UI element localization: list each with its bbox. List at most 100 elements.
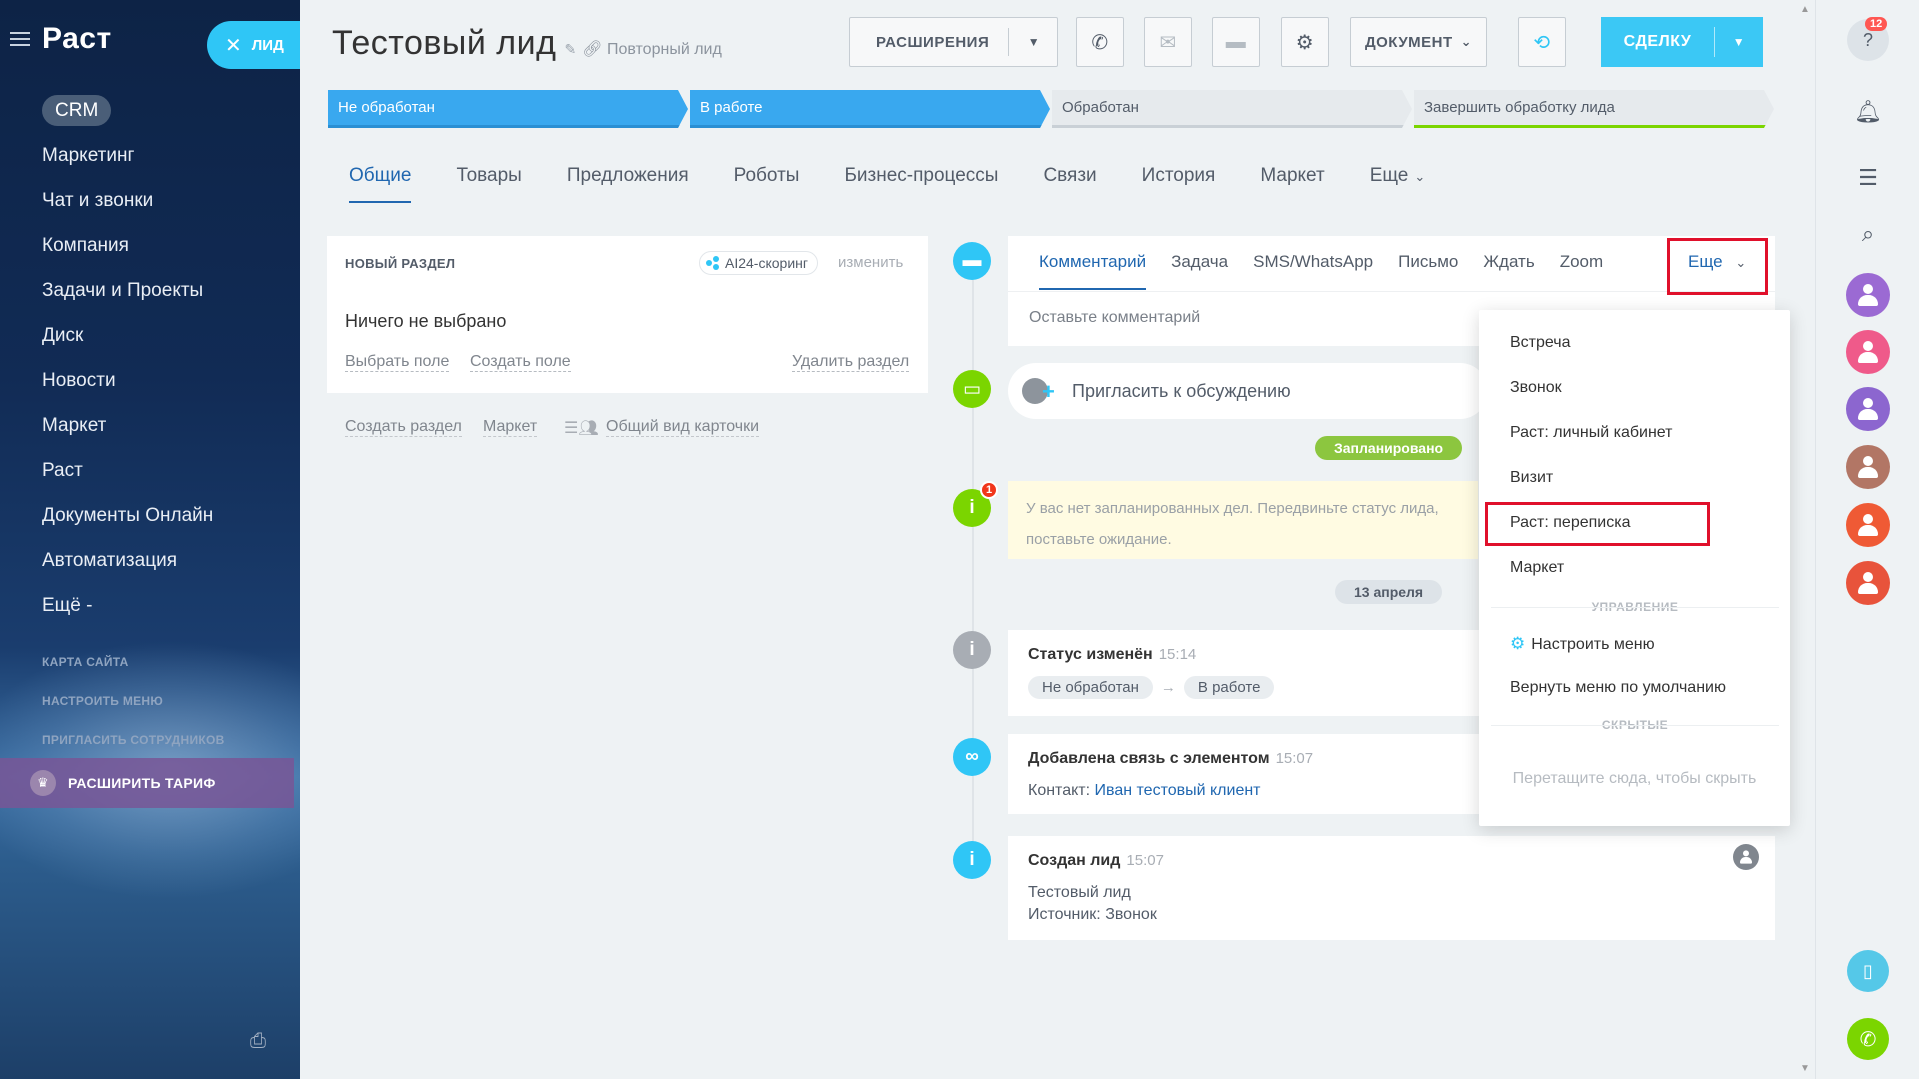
entry-time: 15:14: [1158, 646, 1197, 663]
create-field-link[interactable]: Создать поле: [470, 353, 571, 372]
sidebar-item-rast[interactable]: Раст: [0, 448, 300, 493]
avatar[interactable]: [1846, 330, 1890, 374]
menu-item-market[interactable]: Маркет: [1510, 559, 1564, 577]
brand-logo[interactable]: Раст: [42, 22, 112, 56]
menu-item-configure[interactable]: ⚙ Настроить меню: [1510, 634, 1655, 654]
settings-button[interactable]: ⚙: [1281, 17, 1329, 67]
scroll-down-icon[interactable]: ▼: [1800, 1063, 1810, 1074]
tab-email[interactable]: Письмо: [1398, 252, 1458, 290]
sidebar-item-market[interactable]: Маркет: [0, 403, 300, 448]
menu-item-cabinet[interactable]: Раст: личный кабинет: [1510, 424, 1672, 442]
upgrade-plan-button[interactable]: ♛ РАСШИРИТЬ ТАРИФ: [0, 758, 294, 808]
chevron-down-icon: ⌄: [1414, 169, 1426, 184]
tab-wait[interactable]: Ждать: [1483, 252, 1534, 290]
avatar[interactable]: [1846, 445, 1890, 489]
contact-row: Контакт: Иван тестовый клиент: [1028, 782, 1261, 800]
stage-in-progress[interactable]: В работе: [690, 90, 1050, 128]
tab-task[interactable]: Задача: [1171, 252, 1228, 290]
entry-title: Создан лид 15:07: [1028, 852, 1164, 870]
create-section-link[interactable]: Создать раздел: [345, 418, 462, 437]
avatar[interactable]: [1846, 387, 1890, 431]
sidebar-item-company[interactable]: Компания: [0, 223, 300, 268]
sidebar-item-tasks[interactable]: Задачи и Проекты: [0, 268, 300, 313]
close-lead-tab[interactable]: ✕ ЛИД: [207, 21, 300, 69]
ai-scoring-chip[interactable]: AI24-скоринг: [699, 251, 818, 275]
extensions-dropdown-icon[interactable]: ▼: [1010, 18, 1058, 66]
sidebar-item-news[interactable]: Новости: [0, 358, 300, 403]
phone-call-icon[interactable]: ✆: [1847, 1018, 1889, 1060]
mobile-app-icon[interactable]: ▯: [1847, 950, 1889, 992]
sidebar-link-site-map[interactable]: КАРТА САЙТА: [42, 655, 129, 669]
tab-comment[interactable]: Комментарий: [1039, 252, 1147, 290]
email-button[interactable]: ✉: [1144, 17, 1192, 67]
card-view-link[interactable]: Общий вид карточки: [606, 418, 760, 437]
tab-business-processes[interactable]: Бизнес-процессы: [844, 165, 998, 203]
tab-zoom[interactable]: Zoom: [1560, 252, 1603, 290]
avatar[interactable]: [1733, 844, 1759, 870]
phone-button[interactable]: ✆: [1076, 17, 1124, 67]
scroll-up-icon[interactable]: ▲: [1800, 4, 1810, 15]
menu-item-visit[interactable]: Визит: [1510, 469, 1553, 487]
repeat-lead-link[interactable]: 🔗︎ Повторный лид: [582, 39, 722, 59]
tab-sms[interactable]: SMS/WhatsApp: [1253, 252, 1373, 290]
sidebar-item-disk[interactable]: Диск: [0, 313, 300, 358]
sidebar-item-marketing[interactable]: Маркетинг: [0, 133, 300, 178]
stage-finish[interactable]: Завершить обработку лида: [1414, 90, 1774, 128]
sidebar-item-automation[interactable]: Автоматизация: [0, 538, 300, 583]
phone-icon: ✆: [1091, 31, 1109, 54]
tab-general[interactable]: Общие: [349, 165, 412, 203]
menu-icon[interactable]: [10, 31, 30, 47]
create-deal-button[interactable]: СДЕЛКУ ▼: [1601, 17, 1763, 67]
delete-section-link[interactable]: Удалить раздел: [792, 353, 910, 372]
extensions-divider: [1008, 28, 1009, 56]
tab-links[interactable]: Связи: [1043, 165, 1096, 203]
menu-item-call[interactable]: Звонок: [1510, 379, 1562, 397]
bell-icon[interactable]: 🔔︎: [1847, 91, 1889, 133]
stage-label: Не обработан: [338, 99, 435, 116]
pencil-icon[interactable]: ✎: [564, 41, 576, 58]
entry-line: Тестовый лид: [1028, 884, 1131, 901]
tab-products[interactable]: Товары: [456, 165, 521, 203]
invite-label: Пригласить к обсуждению: [1072, 380, 1291, 401]
convert-button[interactable]: ⟲: [1518, 17, 1566, 67]
chat-button[interactable]: ▬: [1212, 17, 1260, 67]
avatar[interactable]: [1846, 273, 1890, 317]
warning-line: поставьте ожидание.: [1026, 531, 1172, 548]
sidebar-link-setup-menu[interactable]: НАСТРОИТЬ МЕНЮ: [42, 694, 163, 708]
chat-bubble-icon[interactable]: ☰: [1847, 157, 1889, 199]
sidebar-link-invite[interactable]: ПРИГЛАСИТЬ СОТРУДНИКОВ: [42, 733, 225, 747]
contact-link[interactable]: Иван тестовый клиент: [1095, 782, 1261, 799]
sidebar-item-more[interactable]: Ещё -: [0, 583, 300, 628]
market-link[interactable]: Маркет: [483, 418, 538, 437]
invite-discussion-button[interactable]: + Пригласить к обсуждению: [1008, 363, 1488, 419]
search-icon[interactable]: ⌕: [1847, 213, 1889, 255]
sidebar-item-chat[interactable]: Чат и звонки: [0, 178, 300, 223]
sidebar-item-crm[interactable]: CRM: [0, 88, 300, 133]
ai-scoring-icon: [706, 256, 720, 270]
tab-robots[interactable]: Роботы: [734, 165, 800, 203]
tab-more[interactable]: Еще ⌄: [1370, 165, 1426, 203]
hide-drop-zone[interactable]: Перетащите сюда, чтобы скрыть: [1479, 770, 1790, 788]
chevron-down-icon[interactable]: ▼: [1715, 35, 1763, 49]
select-field-link[interactable]: Выбрать поле: [345, 353, 450, 372]
avatar[interactable]: [1846, 503, 1890, 547]
menu-item-reset[interactable]: Вернуть меню по умолчанию: [1510, 679, 1726, 697]
status-to-chip: В работе: [1183, 676, 1275, 699]
tab-history[interactable]: История: [1142, 165, 1216, 203]
tab-market[interactable]: Маркет: [1260, 165, 1324, 203]
avatar[interactable]: [1846, 561, 1890, 605]
stage-processed[interactable]: Обработан: [1052, 90, 1412, 128]
entry-time: 15:07: [1126, 852, 1164, 869]
tab-offers[interactable]: Предложения: [567, 165, 689, 203]
sidebar-item-documents[interactable]: Документы Онлайн: [0, 493, 300, 538]
people-icon: ☰👥︎: [564, 420, 599, 437]
document-button[interactable]: ДОКУМЕНТ ⌄: [1350, 17, 1487, 67]
editor-divider: [1008, 291, 1775, 292]
menu-item-meeting[interactable]: Встреча: [1510, 334, 1571, 352]
arrow-right-icon: →: [1160, 679, 1176, 696]
stage-label: Завершить обработку лида: [1424, 99, 1615, 116]
stage-not-processed[interactable]: Не обработан: [328, 90, 688, 128]
edit-section-link[interactable]: изменить: [838, 254, 903, 271]
printer-icon[interactable]: ⎙: [250, 1030, 266, 1053]
comment-input[interactable]: Оставьте комментарий: [1029, 309, 1200, 327]
